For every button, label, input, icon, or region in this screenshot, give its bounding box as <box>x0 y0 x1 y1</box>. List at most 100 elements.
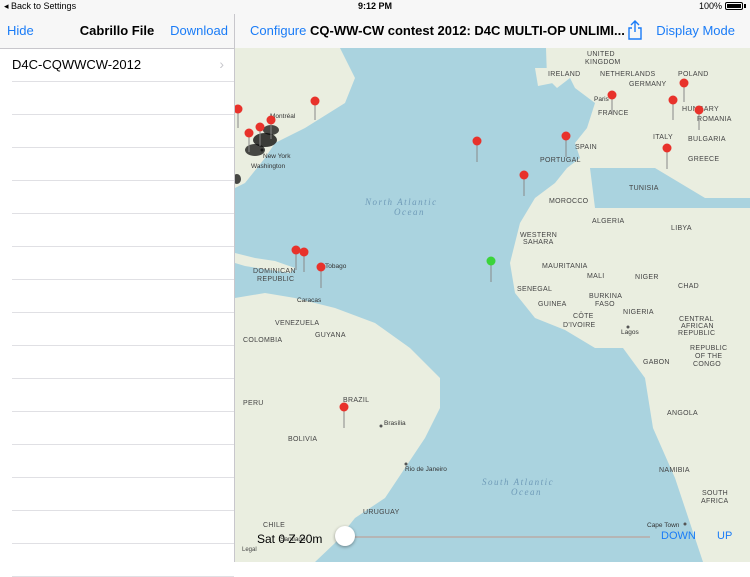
country-label: REPUBLIC <box>690 345 727 352</box>
empty-row <box>12 445 234 478</box>
sidebar-navbar: Hide Cabrillo File Download <box>0 14 234 49</box>
country-label: FASO <box>595 301 615 308</box>
country-label: NAMIBIA <box>659 467 690 474</box>
city-label: New York <box>263 153 291 160</box>
country-label: AFRICA <box>701 498 728 505</box>
country-label: DOMINICAN <box>253 268 296 275</box>
country-label: REPUBLIC <box>257 276 294 283</box>
country-label: BURKINA <box>589 293 622 300</box>
country-label: POLAND <box>678 71 709 78</box>
country-label: GUYANA <box>315 332 346 339</box>
country-label: SAHARA <box>523 239 554 246</box>
country-label: TUNISIA <box>629 185 659 192</box>
battery-percent: 100% <box>698 1 722 11</box>
ocean-label: South Atlantic <box>482 477 554 487</box>
share-icon[interactable] <box>627 20 643 45</box>
country-label: CONGO <box>693 361 721 368</box>
country-label: ANGOLA <box>667 410 698 417</box>
city-label: Brasília <box>384 420 406 427</box>
country-label: BOLIVIA <box>288 436 317 443</box>
pin-cluster-shadow <box>245 144 265 156</box>
status-bar: ◂ Back to Settings 9:12 PM 100% <box>0 0 750 14</box>
country-label: CHAD <box>678 283 699 290</box>
country-label: MAURITANIA <box>542 263 588 270</box>
empty-row <box>12 82 234 115</box>
country-label: ITALY <box>653 134 673 141</box>
map-view[interactable]: UNITED KINGDOM IRELAND NETHERLANDS GERMA… <box>235 48 750 562</box>
chevron-right-icon: › <box>219 56 224 72</box>
ocean-label: Ocean <box>511 487 542 497</box>
country-label: GABON <box>643 359 670 366</box>
display-mode-button[interactable]: Display Mode <box>656 23 735 38</box>
sidebar: Hide Cabrillo File Download D4C-CQWWCW-2… <box>0 14 235 577</box>
country-label: D'IVOIRE <box>563 322 596 329</box>
country-label: OF THE <box>695 353 722 360</box>
status-time: 9:12 PM <box>357 1 392 11</box>
country-label: URUGUAY <box>363 509 400 516</box>
country-label: SPAIN <box>575 144 597 151</box>
down-button[interactable]: DOWN <box>661 530 696 542</box>
country-label: ALGERIA <box>592 218 624 225</box>
empty-row <box>12 313 234 346</box>
up-button[interactable]: UP <box>717 530 732 542</box>
timeline-slider-handle[interactable] <box>335 526 355 546</box>
city-label: Rio de Janeiro <box>405 466 447 473</box>
country-label: KINGDOM <box>585 59 621 66</box>
city-label: Tobago <box>325 263 347 270</box>
country-label: GREECE <box>688 156 719 163</box>
country-label: SOUTH <box>702 490 728 497</box>
country-label: NIGER <box>635 274 659 281</box>
city-label: Lagos <box>621 329 639 336</box>
country-label: ROMANIA <box>697 116 732 123</box>
empty-row <box>12 379 234 412</box>
timeline-track[interactable] <box>345 536 650 538</box>
battery-icon <box>725 2 743 10</box>
empty-row <box>12 181 234 214</box>
country-label: LIBYA <box>671 225 692 232</box>
country-label: CENTRAL <box>679 316 714 323</box>
country-label: SENEGAL <box>517 286 552 293</box>
file-list-item-label: D4C-CQWWCW-2012 <box>12 57 142 72</box>
empty-row <box>12 148 234 181</box>
empty-row <box>12 412 234 445</box>
main-navbar: Configure CQ-WW-CW contest 2012: D4C MUL… <box>235 14 750 49</box>
map-canvas[interactable]: UNITED KINGDOM IRELAND NETHERLANDS GERMA… <box>235 48 750 562</box>
ocean-label: Ocean <box>394 207 425 217</box>
timeline-bar: Sat 0 Z 20m DOWN UP <box>235 524 750 554</box>
country-label: VENEZUELA <box>275 320 319 327</box>
page-title: CQ-WW-CW contest 2012: D4C MULTI-OP UNLI… <box>310 23 625 38</box>
country-label: COLOMBIA <box>243 337 282 344</box>
download-button[interactable]: Download <box>170 23 228 38</box>
battery-tip <box>744 4 746 8</box>
city-dot <box>379 424 383 428</box>
country-label: AFRICAN <box>681 323 714 330</box>
country-label: FRANCE <box>598 110 629 117</box>
country-label: NIGERIA <box>623 309 654 316</box>
country-label: CÔTE <box>573 311 594 320</box>
country-label: WESTERN <box>520 232 557 239</box>
country-label: IRELAND <box>548 71 580 78</box>
empty-row <box>12 280 234 313</box>
country-label: GERMANY <box>629 81 667 88</box>
battery-indicator: 100% <box>699 1 746 11</box>
empty-row <box>12 478 234 511</box>
city-label: Paris <box>594 96 610 103</box>
country-label: GUINEA <box>538 301 567 308</box>
empty-row <box>12 247 234 280</box>
country-label: NETHERLANDS <box>600 71 655 78</box>
country-label: PORTUGAL <box>540 157 581 164</box>
country-label: MALI <box>587 273 605 280</box>
file-list-item[interactable]: D4C-CQWWCW-2012 › <box>12 49 234 82</box>
country-label: BULGARIA <box>688 136 726 143</box>
file-list: D4C-CQWWCW-2012 › <box>0 49 234 577</box>
country-label: UNITED <box>587 51 615 58</box>
time-readout: Sat 0 Z 20m <box>257 532 323 546</box>
country-label: MOROCCO <box>549 198 589 205</box>
empty-row <box>12 214 234 247</box>
empty-row <box>12 346 234 379</box>
empty-row <box>12 544 234 577</box>
configure-button[interactable]: Configure <box>250 23 306 38</box>
city-label: Washington <box>251 163 285 170</box>
country-label: PERU <box>243 400 264 407</box>
country-label: BRAZIL <box>343 397 369 404</box>
